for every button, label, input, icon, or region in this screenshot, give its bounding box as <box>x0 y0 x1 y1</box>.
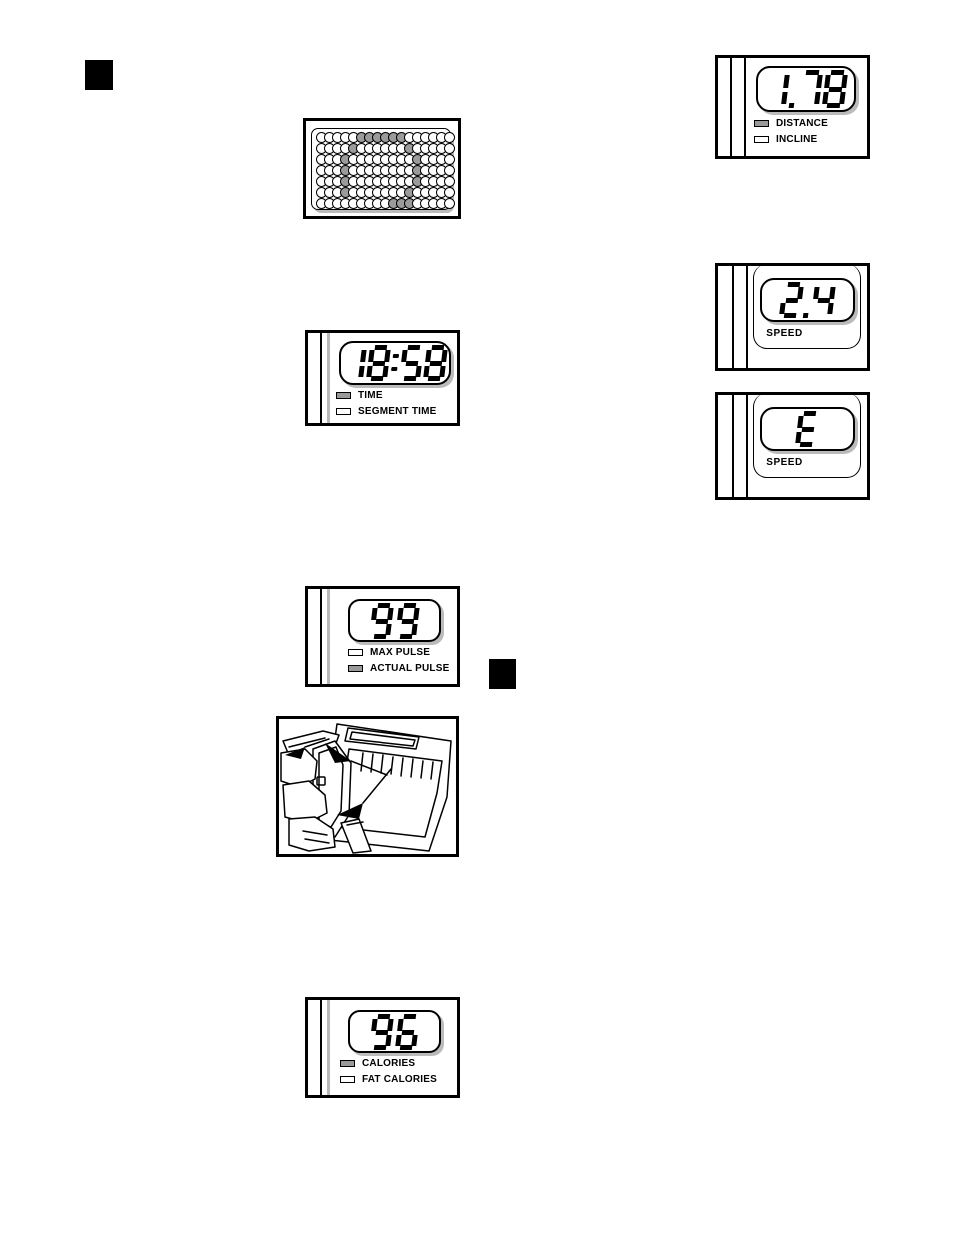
calories-lcd-window <box>348 1010 441 1053</box>
manual-page: TIME SEGMENT TIME MAX PULSE ACTUAL PULSE <box>0 0 954 1235</box>
seven-segment-digit <box>822 70 849 108</box>
matrix-dot <box>444 165 455 176</box>
speed-error-seven-segment-value <box>795 411 820 447</box>
indicator-label-segment-time: SEGMENT TIME <box>358 406 437 417</box>
panel-divider-rule <box>732 395 734 497</box>
indicator-label-fat-calories: FAT CALORIES <box>362 1074 437 1085</box>
pulse-seven-segment-value <box>369 602 420 639</box>
indicator-box-fat-calories <box>340 1076 355 1083</box>
illustration-svg <box>280 723 452 854</box>
indicator-label-time: TIME <box>358 390 383 401</box>
distance-indicator-group: DISTANCE INCLINE <box>754 118 828 150</box>
speed-lcd-window <box>760 278 855 322</box>
indicator-label-distance: DISTANCE <box>776 118 828 129</box>
seven-segment-digit <box>399 345 424 381</box>
pulse-display-panel: MAX PULSE ACTUAL PULSE <box>305 586 460 687</box>
matrix-dot <box>444 187 455 198</box>
indicator-label-actual-pulse: ACTUAL PULSE <box>370 663 450 674</box>
calories-indicator-group: CALORIES FAT CALORIES <box>340 1058 437 1090</box>
seven-segment-digit <box>366 345 391 381</box>
indicator-box-segment-time <box>336 408 351 415</box>
indicator-row: SEGMENT TIME <box>336 406 437 417</box>
calories-display-panel: CALORIES FAT CALORIES <box>305 997 460 1098</box>
indicator-box-distance <box>754 120 769 127</box>
indicator-label-incline: INCLINE <box>776 134 818 145</box>
pulse-lcd-window <box>348 599 441 642</box>
seven-segment-digit <box>764 70 791 108</box>
matrix-dot <box>444 154 455 165</box>
indicator-row: INCLINE <box>754 134 828 145</box>
seven-segment-digit <box>369 602 394 639</box>
seven-segment-digit <box>342 345 367 381</box>
dot-matrix-grid <box>316 132 455 209</box>
speed-seven-segment-value <box>779 282 836 318</box>
panel-divider-rule <box>730 58 732 156</box>
speed-label: SPEED <box>766 328 803 339</box>
matrix-dot <box>444 198 455 209</box>
indicator-box-incline <box>754 136 769 143</box>
indicator-row: ACTUAL PULSE <box>348 663 449 674</box>
panel-divider-rule <box>320 1000 322 1095</box>
panel-gray-bar <box>327 333 330 423</box>
dot-matrix-frame <box>303 118 461 219</box>
indicator-box-max-pulse <box>348 649 363 656</box>
distance-incline-display-panel: DISTANCE INCLINE <box>715 55 870 159</box>
time-lcd-window <box>339 341 451 385</box>
pulse-indicator-group: MAX PULSE ACTUAL PULSE <box>348 647 449 679</box>
matrix-dot <box>444 176 455 187</box>
speed-error-label: SPEED <box>766 457 803 468</box>
speed-error-lcd-window <box>760 407 855 451</box>
panel-divider-rule-2 <box>746 266 748 368</box>
seven-segment-digit <box>395 1013 420 1050</box>
indicator-row: MAX PULSE <box>348 647 449 658</box>
panel-divider-rule-2 <box>746 395 748 497</box>
bullet-marker-2 <box>489 659 516 689</box>
seven-segment-digit <box>779 282 804 318</box>
speed-display-panel: SPEED <box>715 263 870 371</box>
time-indicator-group: TIME SEGMENT TIME <box>336 390 437 422</box>
seven-segment-digit <box>811 282 836 318</box>
seven-segment-digit <box>369 1013 394 1050</box>
distance-seven-segment-value <box>764 70 849 108</box>
matrix-dot <box>444 143 455 154</box>
dot-matrix-lcd <box>311 128 455 210</box>
indicator-row: FAT CALORIES <box>340 1074 437 1085</box>
panel-divider-rule-2 <box>744 58 746 156</box>
indicator-box-time <box>336 392 351 399</box>
seven-segment-digit <box>395 602 420 639</box>
indicator-label-calories: CALORIES <box>362 1058 416 1069</box>
panel-gray-bar <box>327 1000 330 1095</box>
seven-segment-digit <box>797 70 824 108</box>
panel-divider-rule <box>732 266 734 368</box>
indicator-box-actual-pulse <box>348 665 363 672</box>
distance-lcd-window <box>756 66 856 112</box>
speed-error-display-panel: SPEED <box>715 392 870 500</box>
indicator-row: TIME <box>336 390 437 401</box>
hand-on-pulse-sensor-illustration <box>276 716 459 857</box>
panel-divider-rule <box>320 589 322 684</box>
calories-seven-segment-value <box>369 1013 420 1050</box>
bullet-marker-1 <box>85 60 113 90</box>
panel-gray-bar <box>327 589 330 684</box>
time-seven-segment-value <box>342 345 448 381</box>
indicator-box-calories <box>340 1060 355 1067</box>
indicator-label-max-pulse: MAX PULSE <box>370 647 431 658</box>
seven-segment-digit <box>795 411 820 447</box>
indicator-row: DISTANCE <box>754 118 828 129</box>
matrix-dot <box>444 132 455 143</box>
panel-divider-rule <box>320 333 322 423</box>
indicator-row: CALORIES <box>340 1058 437 1069</box>
seven-segment-digit <box>423 345 448 381</box>
time-display-panel: TIME SEGMENT TIME <box>305 330 460 426</box>
